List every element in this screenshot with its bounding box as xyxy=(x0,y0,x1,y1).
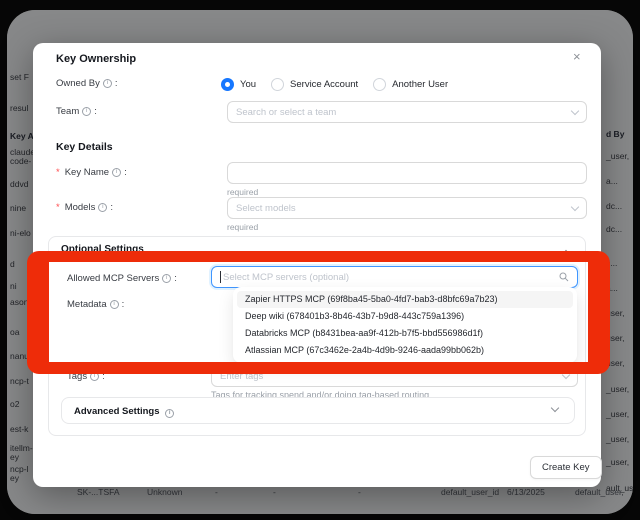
models-placeholder: Select models xyxy=(236,203,572,214)
radio-label: You xyxy=(240,79,256,90)
radio-icon xyxy=(221,78,234,91)
create-key-button[interactable]: Create Key xyxy=(530,456,602,479)
key-name-required-note: required xyxy=(227,187,258,197)
advanced-settings-heading: Advanced Settings i xyxy=(74,406,174,418)
info-icon: i xyxy=(165,409,174,418)
modal-title: Key Ownership xyxy=(56,53,136,65)
owned-by-radio-option[interactable]: Service Account xyxy=(271,78,358,91)
chevron-down-icon xyxy=(571,202,579,210)
owned-by-label: Owned Byi: xyxy=(56,78,117,89)
owned-by-radio-option[interactable]: Another User xyxy=(373,78,448,91)
info-icon: i xyxy=(98,203,107,212)
team-label: Teami: xyxy=(56,106,97,117)
owned-by-radio-group: You Service Account Another User xyxy=(221,77,448,91)
required-asterisk: * xyxy=(56,167,60,178)
models-select[interactable]: Select models xyxy=(227,197,587,219)
key-details-heading: Key Details xyxy=(56,141,113,153)
chevron-down-icon xyxy=(571,106,579,114)
radio-label: Another User xyxy=(392,79,448,90)
screenshot-stage: set FresulKey Aclaudecode-ddvdnineni-elo… xyxy=(0,0,640,520)
required-asterisk: * xyxy=(56,202,60,213)
close-icon[interactable]: × xyxy=(573,49,581,64)
key-name-input[interactable] xyxy=(227,162,587,184)
owned-by-radio-option[interactable]: You xyxy=(221,78,256,91)
chevron-down-icon xyxy=(551,404,559,412)
team-placeholder: Search or select a team xyxy=(236,107,572,118)
radio-icon xyxy=(373,78,386,91)
models-label: *Modelsi: xyxy=(56,202,113,213)
annotation-highlight-rectangle xyxy=(27,251,610,374)
info-icon: i xyxy=(112,168,121,177)
info-icon: i xyxy=(82,107,91,116)
models-required-note: required xyxy=(227,222,258,232)
radio-label: Service Account xyxy=(290,79,358,90)
info-icon: i xyxy=(103,79,112,88)
key-name-label: *Key Namei: xyxy=(56,167,127,178)
advanced-settings-panel[interactable]: Advanced Settings i xyxy=(61,397,575,424)
radio-icon xyxy=(271,78,284,91)
team-select[interactable]: Search or select a team xyxy=(227,101,587,123)
